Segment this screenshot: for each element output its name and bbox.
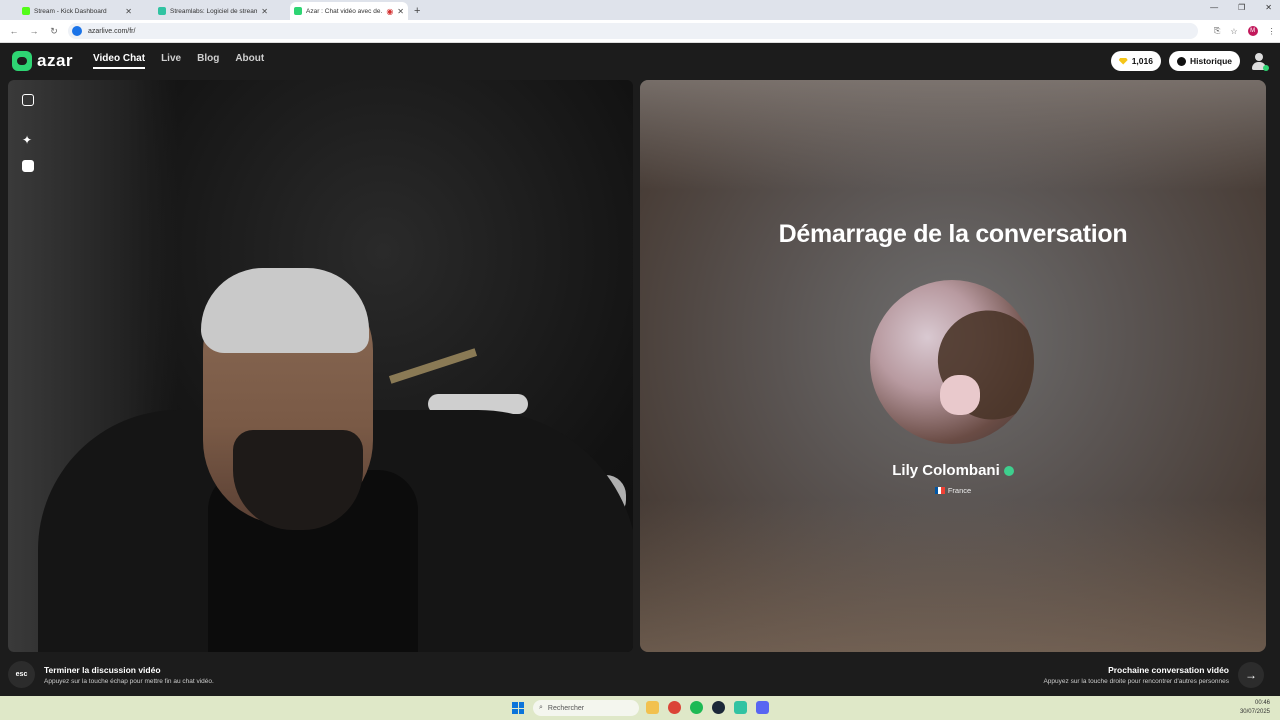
browser-tab-kick[interactable]: Stream - Kick Dashboard ✕ (18, 2, 136, 20)
next-chat-button[interactable]: → (1238, 661, 1264, 688)
search-placeholder: Rechercher (547, 704, 585, 712)
url-text: azarlive.com/fr/ (88, 27, 136, 35)
search-icon: ⌕ (539, 704, 543, 711)
verified-badge-icon (1003, 465, 1014, 476)
profile-avatar[interactable]: M (1247, 26, 1258, 36)
chrome-icon[interactable] (668, 701, 681, 714)
end-chat-text: Terminer la discussion vidéo Appuyez sur… (44, 665, 214, 685)
window-controls: — ❐ ✕ (1210, 3, 1272, 12)
gems-count: 1,016 (1131, 56, 1153, 66)
steam-icon[interactable] (712, 701, 725, 714)
azar-favicon-icon (294, 7, 302, 15)
system-clock[interactable]: 00:46 30/07/2025 (1240, 699, 1270, 717)
back-icon[interactable]: ← (8, 26, 20, 36)
windows-taskbar: ⌕ Rechercher 00:46 30/07/2025 (0, 696, 1280, 720)
reload-icon[interactable]: ↻ (48, 26, 60, 37)
azar-app: azar Video Chat Live Blog About 1,016 Hi… (0, 43, 1280, 696)
tab-title: Azar : Chat vidéo avec de… (306, 7, 383, 15)
browser-tab-azar[interactable]: Azar : Chat vidéo avec de… ◉ ✕ (290, 2, 408, 20)
user-account-icon[interactable] (1250, 52, 1269, 71)
browser-toolbar: ← → ↻ azarlive.com/fr/ ⎘ ☆ M ⋮ (0, 20, 1280, 43)
windows-start-icon[interactable] (512, 702, 524, 714)
effects-sparkle-icon[interactable]: ✦ (22, 134, 34, 146)
country-name: France (947, 486, 972, 495)
close-window-icon[interactable]: ✕ (1265, 3, 1272, 12)
self-video-feed (8, 80, 633, 652)
nav-blog[interactable]: Blog (197, 53, 219, 69)
browser-tab-bar: Stream - Kick Dashboard ✕ Streamlabs: Lo… (0, 0, 1280, 20)
taskbar-search[interactable]: ⌕ Rechercher (533, 700, 639, 716)
spotify-icon[interactable] (690, 701, 703, 714)
tab-title: Streamlabs: Logiciel de stream… (170, 7, 258, 15)
streamlabs-icon[interactable] (734, 701, 747, 714)
nav-live[interactable]: Live (161, 53, 181, 69)
next-chat-hint: Appuyez sur la touche droite pour rencon… (1043, 677, 1229, 685)
france-flag-icon (934, 487, 945, 494)
end-chat-title: Terminer la discussion vidéo (44, 664, 161, 675)
browser-tab-streamlabs[interactable]: Streamlabs: Logiciel de stream… ✕ (154, 2, 272, 20)
end-chat-button[interactable]: esc (8, 661, 35, 688)
video-tools: ✦ (22, 94, 34, 172)
partner-name: Lily Colombani (892, 462, 1000, 479)
gems-balance-button[interactable]: 1,016 (1110, 51, 1161, 71)
history-button[interactable]: Historique (1168, 51, 1240, 71)
discord-icon[interactable] (756, 701, 769, 714)
install-app-icon[interactable]: ⎘ (1214, 26, 1220, 36)
recording-icon: ◉ (386, 6, 394, 16)
close-tab-icon[interactable]: ✕ (261, 7, 268, 16)
restore-icon[interactable]: ❐ (1238, 3, 1245, 12)
site-info-icon[interactable] (72, 26, 82, 36)
nav-about[interactable]: About (235, 53, 264, 69)
online-status-dot (1263, 65, 1269, 71)
next-chat-title: Prochaine conversation vidéo (1108, 664, 1229, 675)
top-navigation: azar Video Chat Live Blog About 1,016 Hi… (0, 43, 1280, 79)
partner-name-row: Lily Colombani (640, 462, 1266, 479)
file-explorer-icon[interactable] (646, 701, 659, 714)
logo-wordmark: azar (37, 51, 74, 70)
gem-icon (1118, 57, 1128, 65)
history-label: Historique (1189, 56, 1232, 66)
clock-time: 00:46 (1254, 700, 1270, 706)
partner-avatar (870, 280, 1034, 444)
main-menu: Video Chat Live Blog About (93, 53, 264, 69)
close-tab-icon[interactable]: ✕ (397, 7, 404, 16)
expand-video-icon[interactable] (22, 94, 34, 106)
nav-video-chat[interactable]: Video Chat (93, 53, 146, 69)
connecting-title: Démarrage de la conversation (778, 220, 1128, 248)
clock-icon (1176, 56, 1186, 66)
end-chat-hint: Appuyez sur la touche échap pour mettre … (44, 677, 214, 685)
address-bar[interactable]: azarlive.com/fr/ (68, 23, 1198, 39)
partner-video-panel: Démarrage de la conversation Lily Colomb… (640, 80, 1266, 652)
azar-logo-icon (12, 51, 32, 71)
tab-title: Stream - Kick Dashboard (34, 7, 107, 15)
face-filter-icon[interactable] (22, 160, 34, 172)
clock-date: 30/07/2025 (1239, 709, 1270, 715)
kick-favicon-icon (22, 7, 30, 15)
next-chat-text: Prochaine conversation vidéo Appuyez sur… (1043, 665, 1229, 685)
close-tab-icon[interactable]: ✕ (125, 7, 132, 16)
bookmark-star-icon[interactable]: ☆ (1230, 27, 1237, 36)
forward-icon[interactable]: → (28, 26, 40, 36)
azar-logo[interactable]: azar (12, 51, 73, 71)
partner-country: France (640, 486, 1266, 495)
minimize-icon[interactable]: — (1210, 3, 1218, 12)
new-tab-button[interactable]: + (414, 2, 420, 20)
browser-menu-icon[interactable]: ⋮ (1268, 27, 1276, 36)
streamlabs-favicon-icon (158, 7, 166, 15)
call-controls: esc Terminer la discussion vidéo Appuyez… (0, 653, 1280, 696)
